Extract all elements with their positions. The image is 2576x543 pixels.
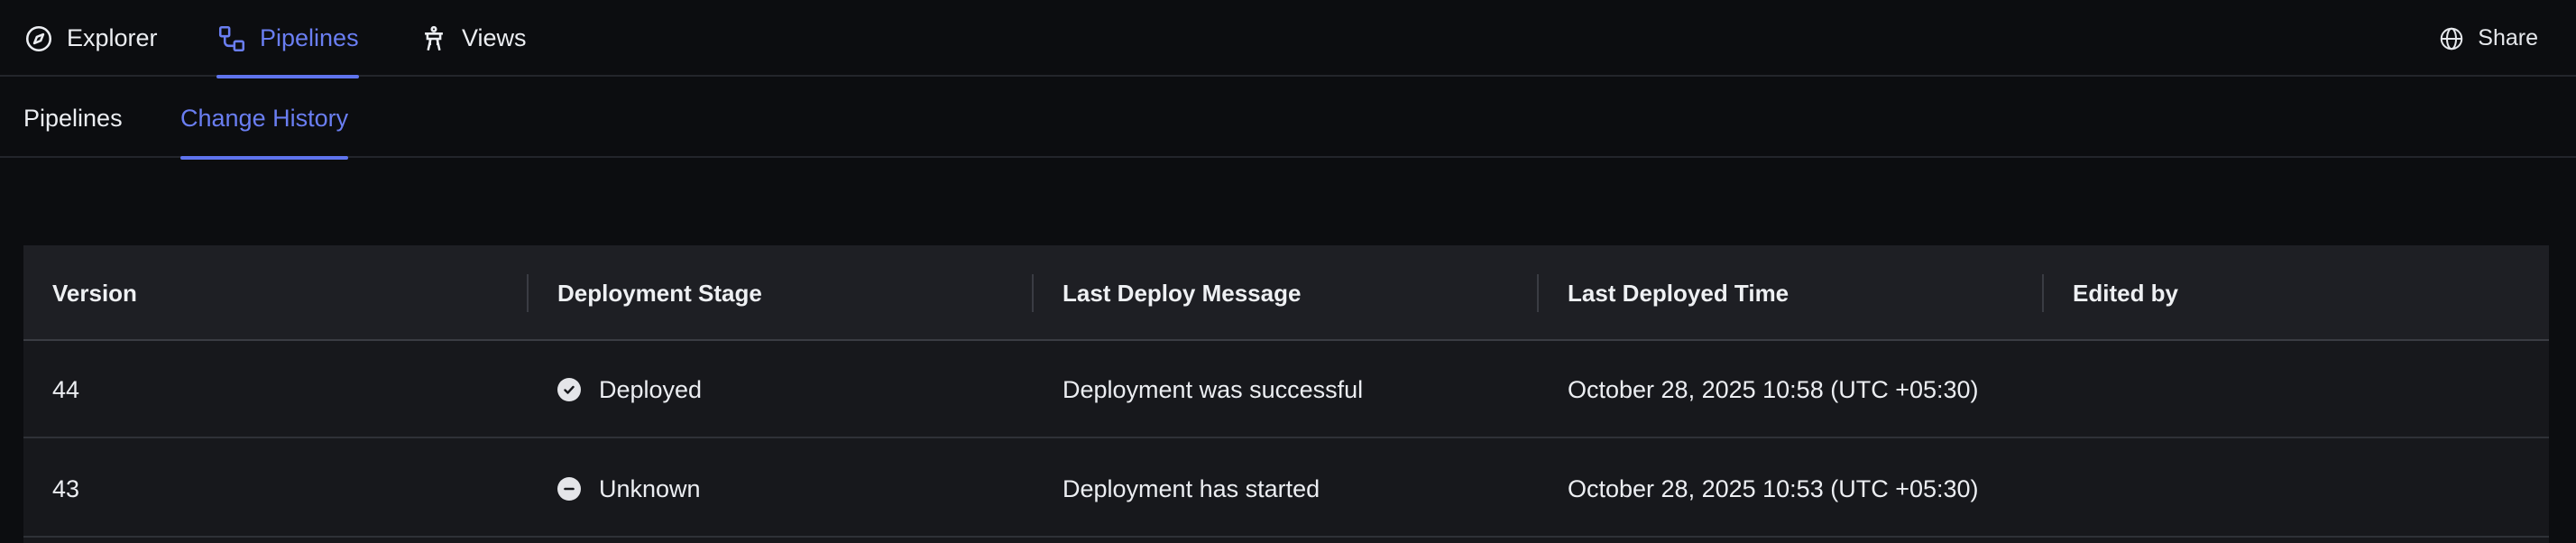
column-divider[interactable] [2042,274,2044,312]
minus-circle-icon [557,477,581,501]
subtab-pipelines-label: Pipelines [23,104,123,132]
cell-deployed-time: October 28, 2025 10:53 (UTC +05:30) [1568,474,1979,502]
cell-deployment-stage: Deployed [557,341,702,438]
pipeline-icon [218,25,245,51]
stage-label: Unknown [599,474,701,502]
table-row[interactable]: 43 Unknown Deployment has started Octobe… [23,440,2549,538]
table-row[interactable]: 44 Deployed Deployment was successful Oc… [23,341,2549,438]
stage-label: Deployed [599,375,703,403]
column-divider[interactable] [1537,274,1539,312]
share-button[interactable]: Share [2438,0,2538,77]
sub-nav: Pipelines Change History [0,78,2576,160]
cell-deploy-message: Deployment was successful [1063,375,1364,403]
tab-pipelines[interactable]: Pipelines [216,0,359,78]
subtab-change-history[interactable]: Change History [180,78,349,160]
check-circle-icon [557,378,581,401]
column-header-version[interactable]: Version [52,245,137,341]
share-label: Share [2478,25,2538,51]
column-header-last-deployed-time[interactable]: Last Deployed Time [1568,245,1789,341]
table-header: Version Deployment Stage Last Deploy Mes… [23,245,2549,341]
tab-explorer[interactable]: Explorer [23,0,158,77]
column-divider[interactable] [527,274,529,312]
column-header-edited-by[interactable]: Edited by [2073,245,2178,341]
column-header-deployment-stage[interactable]: Deployment Stage [557,245,762,341]
cell-deployment-stage: Unknown [557,440,701,538]
column-header-last-deploy-message[interactable]: Last Deploy Message [1063,245,1301,341]
compass-icon [25,25,52,51]
views-icon [425,25,443,51]
cell-deployed-time: October 28, 2025 10:58 (UTC +05:30) [1568,375,1979,403]
subtab-change-history-label: Change History [180,104,349,132]
column-divider[interactable] [1032,274,1034,312]
tab-explorer-label: Explorer [67,24,158,51]
tab-views[interactable]: Views [419,0,527,77]
tab-views-label: Views [462,24,527,51]
subtab-pipelines[interactable]: Pipelines [23,78,123,158]
globe-icon [2441,27,2463,50]
tab-pipelines-label: Pipelines [260,24,359,51]
change-history-table: Version Deployment Stage Last Deploy Mes… [23,245,2549,543]
cell-version: 44 [52,375,80,403]
cell-deploy-message: Deployment has started [1063,474,1320,502]
top-nav: Explorer Pipelines Views Share [0,0,2576,78]
cell-version: 43 [52,474,80,502]
